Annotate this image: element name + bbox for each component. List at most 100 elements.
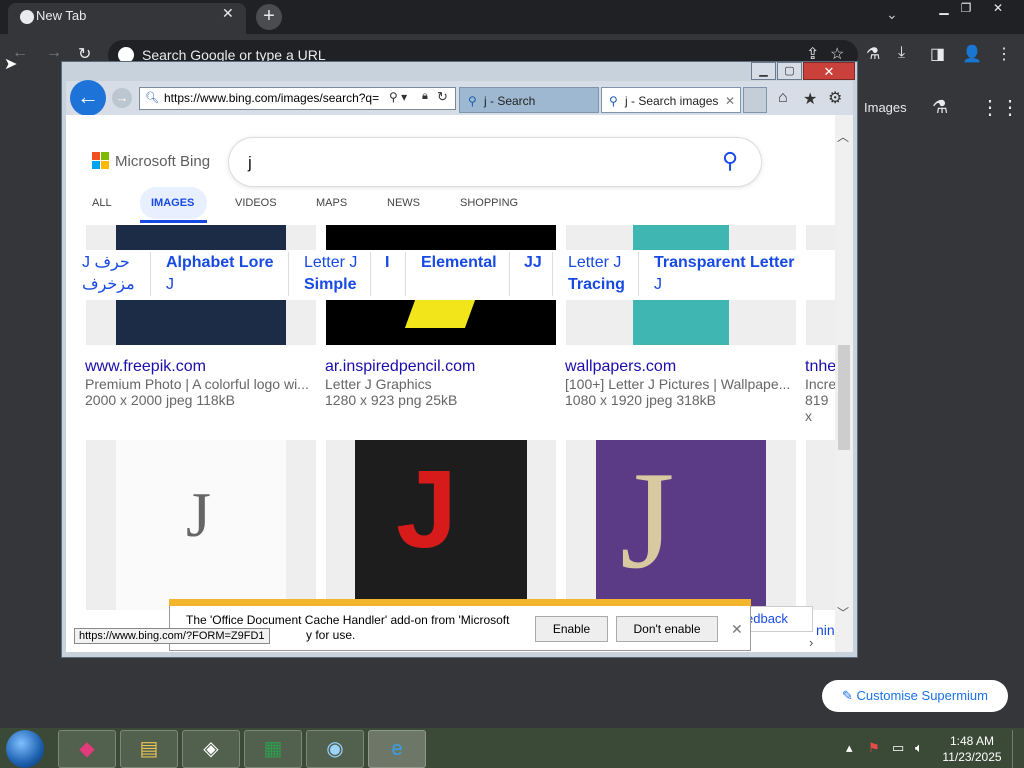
divider [288,252,289,296]
tray-overflow-icon[interactable]: ▴ [846,740,853,756]
divider [509,252,510,296]
bing-search-query[interactable]: j [248,153,252,173]
customise-supermium-button[interactable]: ✎ Customise Supermium [822,680,1008,712]
show-desktop-button[interactable] [1012,730,1021,768]
ntp-apps-grid-icon[interactable]: ⋮⋮⋮ [980,95,1024,120]
ie-minimize-button[interactable]: ▁ [751,62,776,80]
related-line2: J [654,276,662,293]
window-restore-button[interactable]: ❐ [950,0,982,18]
taskbar-app-icon[interactable]: ◆ [58,730,116,768]
enable-button[interactable]: Enable [535,616,608,642]
refresh-icon[interactable]: ↻ [437,89,448,105]
result-desc: Letter J Graphics [325,376,432,392]
nav-news[interactable]: NEWS [387,197,420,209]
scroll-up-icon[interactable]: ︿ [837,128,849,145]
file-explorer-icon[interactable]: ▤ [120,730,178,768]
related-item[interactable]: Transparent Letter J [654,252,794,296]
result-site[interactable]: www.freepik.com [85,358,309,376]
notification-line1: The 'Office Document Cache Handler' add-… [186,613,510,627]
ie-new-tab-button[interactable] [743,87,767,113]
related-item[interactable]: Alphabet Lore J [166,252,274,296]
action-center-flag-icon[interactable]: ⚑ [868,740,880,756]
excel-icon[interactable]: ▦ [244,730,302,768]
download-icon[interactable]: ⤓ [898,44,905,62]
bing-search-input[interactable] [229,138,761,186]
feedback-button[interactable]: edback [745,606,813,632]
chrome-tab-close-icon[interactable]: ✕ [222,5,234,22]
related-line1: I [385,254,390,271]
microsoft-logo-green [101,152,109,160]
ntp-labs-flask-icon[interactable]: ⚗ [932,97,948,118]
nav-maps[interactable]: MAPS [316,197,347,209]
network-icon[interactable]: ▭ [892,740,904,756]
result-caption[interactable]: ar.inspiredpencil.com Letter J Graphics … [325,358,475,408]
tools-gear-icon[interactable]: ⚙ [828,88,842,108]
related-line1: J حرف [82,254,130,271]
ie-maximize-button[interactable]: ▢ [777,62,802,80]
ie-back-button[interactable]: ← [70,80,106,116]
ie-close-button[interactable]: ✕ [803,62,855,80]
nav-all[interactable]: ALL [92,197,112,209]
profile-icon[interactable]: 👤 [962,44,982,64]
start-button[interactable] [6,730,44,768]
page-icon: 🔍︎ [145,92,159,104]
related-item[interactable]: Letter J Simple [304,252,357,296]
nav-videos[interactable]: VIDEOS [235,197,277,209]
red-letter-j: J [396,448,458,571]
scroll-down-icon[interactable]: ﹀ [837,604,849,621]
image-card[interactable] [806,440,836,610]
related-line1: Letter J [568,254,622,271]
volume-muted-icon[interactable]: 🔈︎ [915,740,923,756]
ie-scrollbar-thumb[interactable] [838,345,850,450]
address-search-icon[interactable]: ⚲ ▾ [389,90,407,104]
ie-address-text[interactable]: https://www.bing.com/images/search?q= [164,91,384,105]
window-close-button[interactable]: ✕ [982,0,1014,18]
taskbar-app-icon[interactable]: ◈ [182,730,240,768]
nav-shopping[interactable]: SHOPPING [460,197,518,209]
forward-arrow-icon[interactable]: → [46,44,62,62]
result-site[interactable]: wallpapers.com [565,358,790,376]
related-item[interactable]: Elemental [421,252,497,274]
divider [638,252,639,296]
result-caption[interactable]: www.freepik.com Premium Photo | A colorf… [85,358,309,408]
labs-flask-icon[interactable]: ⚗ [866,44,880,64]
related-line2: J [166,276,174,293]
ie-tab-search-label: j - Search [484,94,536,108]
result-desc: Incre [805,376,835,392]
side-panel-icon[interactable]: ◨ [930,44,945,64]
ie-forward-button[interactable]: → [112,88,132,108]
bing-search-icon[interactable]: ⚲ [722,148,738,174]
ie-tab-close-icon[interactable]: ✕ [725,94,735,108]
menu-dots-icon[interactable]: ⋮ [996,44,1012,64]
partial-link[interactable]: nin [816,622,835,638]
customise-label: Customise Supermium [856,688,989,703]
home-icon[interactable]: ⌂ [778,89,788,107]
horizontal-scroll-right-icon[interactable]: › [809,635,813,650]
ntp-images-link[interactable]: Images [864,100,907,115]
dont-enable-button[interactable]: Don't enable [616,616,718,642]
system-clock[interactable]: 1:48 AM 11/23/2025 [942,733,1002,765]
tab-search-chevron-icon[interactable]: ⌄ [886,6,898,23]
notification-close-icon[interactable]: ✕ [731,621,743,638]
result-site[interactable]: tnhe [805,358,835,376]
bing-tab-icon: ⚲ [468,94,477,108]
result-caption[interactable]: wallpapers.com [100+] Letter J Pictures … [565,358,790,408]
favorites-star-icon[interactable]: ★ [803,89,817,109]
related-line1: Alphabet Lore [166,254,274,271]
related-item[interactable]: JJ [524,252,542,274]
supermium-browser-icon[interactable]: ◉ [306,730,364,768]
images-tab-underline [140,220,207,223]
related-item[interactable]: J حرف مزخرف [82,252,135,296]
bing-logo[interactable]: Microsoft Bing [115,153,210,170]
lock-icon[interactable]: 🔒︎ [422,90,428,103]
internet-explorer-icon[interactable]: e [368,730,426,768]
result-caption[interactable]: tnhe Incre 819 x [805,358,835,424]
related-item[interactable]: Letter J Tracing [568,252,625,296]
chrome-tab-title: New Tab [36,8,87,23]
related-item[interactable]: I [385,252,389,274]
related-line2: مزخرف [82,276,135,293]
result-site[interactable]: ar.inspiredpencil.com [325,358,475,376]
new-tab-button[interactable]: + [256,4,282,30]
nav-images[interactable]: IMAGES [151,197,194,209]
result-dims: 1280 x 923 png 25kB [325,392,458,408]
